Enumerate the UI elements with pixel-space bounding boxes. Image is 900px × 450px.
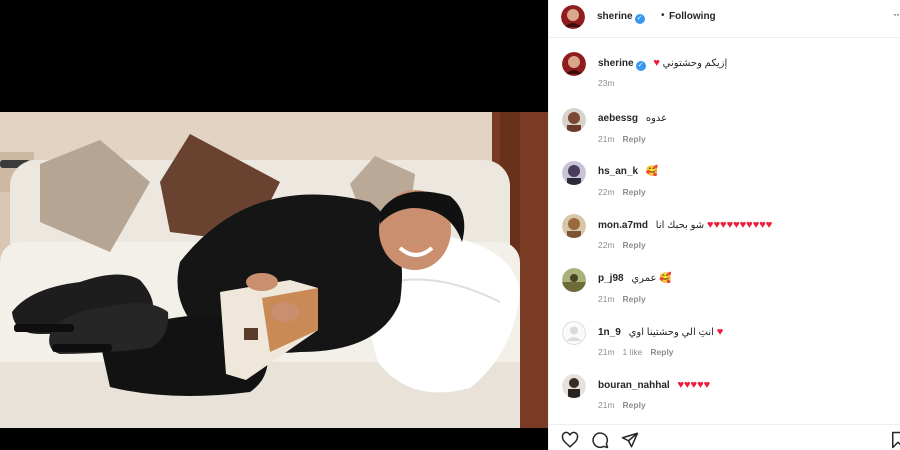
comment-line: mon.a7md شو بحبك انا ♥♥♥♥♥♥♥♥♥♥	[598, 219, 772, 231]
commenter-username[interactable]: 1n_9	[598, 327, 621, 338]
comment-line: 1n_9 انتِ الي وحشتينا اوي ♥	[598, 326, 723, 338]
caption-avatar-image	[562, 52, 586, 76]
comment-meta: 21m 1 like Reply	[598, 347, 682, 357]
comment-timestamp[interactable]: 21m	[598, 134, 615, 144]
post-action-bar	[549, 424, 900, 450]
post-caption: sherine ✓ ♥ إزيكم وحشتوني 23m	[549, 48, 900, 100]
caption-line: sherine ✓ ♥ إزيكم وحشتوني	[598, 57, 727, 71]
author-username-text[interactable]: sherine	[597, 11, 633, 22]
bookmark-icon[interactable]	[889, 431, 900, 449]
comment-item: p_j98 عمري 🥰 21m Reply	[549, 264, 900, 316]
comment-bubble-icon[interactable]	[591, 431, 609, 449]
commenter-username[interactable]: aebessg	[598, 113, 638, 124]
comment-meta: 22m Reply	[598, 240, 654, 250]
post-media-panel	[0, 0, 548, 450]
follow-separator: •	[661, 10, 665, 21]
comment-line: aebessg عدوه	[598, 113, 667, 124]
commenter-avatar[interactable]	[562, 108, 586, 132]
comment-text: 🥰	[645, 166, 659, 177]
comment-line: bouran_nahhal ♥♥♥♥♥	[598, 379, 710, 391]
caption-meta: 23m	[598, 78, 623, 88]
commenter-avatar-image	[562, 268, 586, 292]
comment-text: عمري 🥰	[631, 273, 672, 284]
commenter-username[interactable]: hs_an_k	[598, 166, 638, 177]
post-header: sherine ✓ • Following ··	[549, 0, 900, 38]
commenter-avatar-image	[562, 108, 586, 132]
paper-plane-icon[interactable]	[621, 431, 639, 449]
author-avatar-image	[561, 5, 585, 29]
commenter-avatar[interactable]	[562, 214, 586, 238]
comment-timestamp[interactable]: 22m	[598, 240, 615, 250]
post-photo-illustration	[0, 112, 548, 428]
commenter-avatar-image	[562, 374, 586, 398]
commenter-avatar[interactable]	[562, 268, 586, 292]
comment-timestamp[interactable]: 21m	[598, 294, 615, 304]
verified-badge-icon: ✓	[635, 61, 646, 71]
comment-like-count[interactable]: 1 like	[623, 347, 643, 357]
comment-timestamp[interactable]: 22m	[598, 187, 615, 197]
comment-text: عدوه	[645, 113, 668, 124]
commenter-username[interactable]: mon.a7md	[598, 220, 648, 231]
commenter-username[interactable]: p_j98	[598, 273, 624, 284]
reply-button[interactable]: Reply	[623, 294, 646, 304]
verified-badge-icon: ✓	[634, 14, 645, 24]
caption-heart-emoji: ♥	[653, 57, 660, 69]
comment-heart-emojis: ♥♥♥♥♥♥♥♥♥♥	[706, 219, 773, 231]
comment-heart-emojis: ♥♥♥♥♥	[677, 379, 711, 391]
author-avatar[interactable]	[561, 5, 585, 29]
comment-line: hs_an_k 🥰	[598, 166, 658, 177]
comment-meta: 21m Reply	[598, 400, 654, 410]
comment-line: p_j98 عمري 🥰	[598, 273, 672, 284]
comment-timestamp[interactable]: 21m	[598, 400, 615, 410]
default-avatar-icon	[562, 321, 586, 345]
comment-text: شو بحبك انا	[655, 220, 705, 231]
comment-heart-emojis: ♥	[716, 326, 724, 338]
comment-meta: 22m Reply	[598, 187, 654, 197]
reply-button[interactable]: Reply	[623, 187, 646, 197]
commenter-avatar[interactable]	[562, 374, 586, 398]
commenter-avatar[interactable]	[562, 321, 586, 345]
comment-item: aebessg عدوه 21m Reply	[549, 104, 900, 156]
post-photo[interactable]	[0, 112, 548, 428]
commenter-avatar-image	[562, 161, 586, 185]
heart-outline-icon[interactable]	[561, 431, 579, 449]
commenter-username[interactable]: bouran_nahhal	[598, 380, 670, 391]
reply-button[interactable]: Reply	[623, 134, 646, 144]
commenter-avatar[interactable]	[562, 161, 586, 185]
caption-username-text[interactable]: sherine	[598, 58, 634, 69]
following-button[interactable]: Following	[669, 11, 716, 22]
reply-button[interactable]: Reply	[623, 240, 646, 250]
post-sidebar: sherine ✓ • Following ·· sherine ✓ ♥ إزيكم…	[548, 0, 900, 450]
author-username[interactable]: sherine ✓	[597, 11, 645, 24]
reply-button[interactable]: Reply	[650, 347, 673, 357]
comment-item: mon.a7md شو بحبك انا ♥♥♥♥♥♥♥♥♥♥ 22m Reply	[549, 210, 900, 262]
comment-item: bouran_nahhal ♥♥♥♥♥ 21m Reply	[549, 370, 900, 422]
caption-username[interactable]: sherine ✓	[598, 58, 646, 71]
comment-text: انتِ الي وحشتينا اوي	[628, 327, 714, 338]
reply-button[interactable]: Reply	[623, 400, 646, 410]
comment-item: hs_an_k 🥰 22m Reply	[549, 157, 900, 209]
comment-meta: 21m Reply	[598, 294, 654, 304]
caption-text: إزيكم وحشتوني	[662, 58, 728, 69]
more-options-icon[interactable]: ··	[893, 7, 900, 21]
caption-timestamp[interactable]: 23m	[598, 78, 615, 88]
comment-timestamp[interactable]: 21m	[598, 347, 615, 357]
commenter-avatar-image	[562, 214, 586, 238]
caption-avatar[interactable]	[562, 52, 586, 76]
comment-meta: 21m Reply	[598, 134, 654, 144]
comment-item: 1n_9 انتِ الي وحشتينا اوي ♥ 21m 1 like Rep…	[549, 317, 900, 369]
